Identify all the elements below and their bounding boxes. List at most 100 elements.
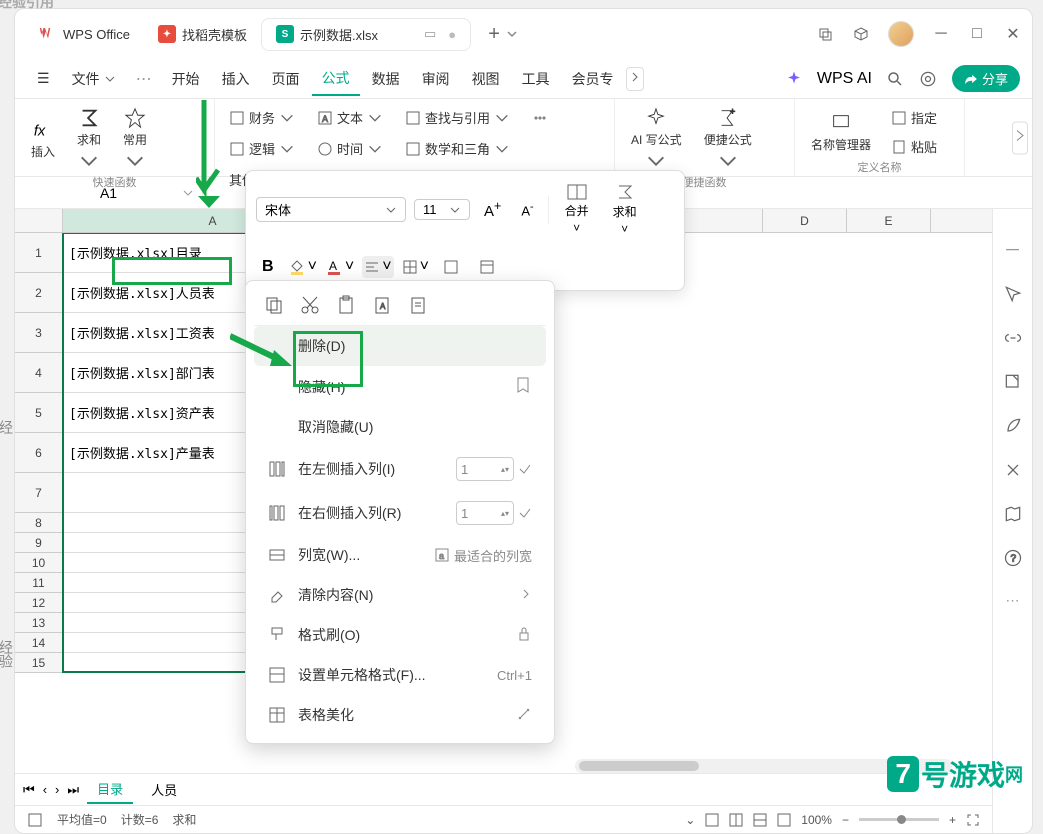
- more-dots[interactable]: ⋯: [128, 69, 160, 89]
- ai-formula-button[interactable]: AI 写公式: [625, 105, 688, 174]
- logic-button[interactable]: 逻辑: [225, 136, 299, 161]
- text-fn-button[interactable]: A文本: [313, 105, 387, 130]
- menu-view[interactable]: 视图: [462, 63, 510, 95]
- row-header[interactable]: 12: [15, 593, 63, 613]
- view-page-icon[interactable]: [729, 813, 743, 827]
- row-header[interactable]: 9: [15, 533, 63, 553]
- ribbon-scroll-right[interactable]: [1012, 121, 1028, 154]
- autosum-button[interactable]: 求和 ˅: [605, 181, 645, 238]
- finance-button[interactable]: 财务: [225, 105, 299, 130]
- lookup-button[interactable]: 查找与引用: [401, 105, 514, 130]
- row-header[interactable]: 11: [15, 573, 63, 593]
- cloud-icon[interactable]: [918, 69, 938, 89]
- row-header[interactable]: 7: [15, 473, 63, 513]
- row-header[interactable]: 3: [15, 313, 63, 353]
- new-tab-button[interactable]: +: [485, 25, 503, 43]
- zoom-slider[interactable]: [859, 818, 939, 821]
- check-icon[interactable]: [518, 462, 532, 476]
- sheet-nav-first[interactable]: ⏮: [23, 782, 35, 798]
- close-button[interactable]: ✕: [1004, 25, 1022, 43]
- sum-button[interactable]: 求和: [71, 105, 107, 174]
- time-button[interactable]: 时间: [313, 136, 387, 161]
- sheet-tab-active[interactable]: 目录: [87, 775, 133, 804]
- menu-data[interactable]: 数据: [362, 63, 410, 95]
- name-box[interactable]: A1: [15, 185, 203, 201]
- context-col-width[interactable]: 列宽(W)... a 最适合的列宽: [254, 535, 546, 575]
- name-manager-button[interactable]: 名称管理器: [805, 110, 877, 155]
- align-button[interactable]: ˅: [362, 256, 393, 278]
- increase-font-button[interactable]: A+: [478, 195, 507, 224]
- maximize-button[interactable]: □: [968, 25, 986, 43]
- view-normal-icon[interactable]: [705, 813, 719, 827]
- font-select[interactable]: 宋体: [256, 197, 406, 222]
- row-header[interactable]: 13: [15, 613, 63, 633]
- avatar[interactable]: [888, 21, 914, 47]
- tab-templates[interactable]: ✦ 找稻壳模板: [144, 19, 261, 50]
- fixed-button[interactable]: 指定: [887, 105, 941, 130]
- wps-ai-label[interactable]: WPS AI: [817, 70, 872, 88]
- paste-text-icon[interactable]: A: [372, 295, 392, 315]
- paste-button[interactable]: 粘贴: [887, 134, 941, 159]
- context-cell-format[interactable]: 设置单元格格式(F)... Ctrl+1: [254, 655, 546, 695]
- context-format-painter[interactable]: 格式刷(O): [254, 615, 546, 655]
- zoom-level[interactable]: 100%: [801, 813, 832, 827]
- fill-color-button[interactable]: ˅: [288, 258, 317, 276]
- menu-insert[interactable]: 插入: [212, 63, 260, 95]
- sheet-nav-next[interactable]: ›: [55, 782, 59, 797]
- sheet-nav-last[interactable]: ⏭: [67, 782, 79, 798]
- sheet-nav-prev[interactable]: ‹: [43, 782, 47, 797]
- bold-button[interactable]: B: [256, 254, 280, 280]
- cursor-icon[interactable]: [1003, 284, 1023, 304]
- row-header[interactable]: 15: [15, 653, 63, 673]
- insert-left-count[interactable]: 1▴▾: [456, 457, 514, 481]
- row-header[interactable]: 6: [15, 433, 63, 473]
- row-header[interactable]: 10: [15, 553, 63, 573]
- copy-icon[interactable]: [264, 295, 284, 315]
- row-header[interactable]: 2: [15, 273, 63, 313]
- minimize-button[interactable]: ─: [932, 25, 950, 43]
- zoom-in[interactable]: +: [949, 813, 956, 827]
- sheet-tab[interactable]: 人员: [141, 776, 187, 803]
- insert-right-count[interactable]: 1▴▾: [456, 501, 514, 525]
- more-fn-button[interactable]: [528, 107, 552, 129]
- settings-icon[interactable]: [27, 812, 43, 828]
- menu-member[interactable]: 会员专: [562, 63, 624, 95]
- insert-fx-button[interactable]: fx插入: [25, 117, 61, 162]
- view-read-icon[interactable]: [753, 813, 767, 827]
- panel-more[interactable]: ⋯: [1006, 592, 1020, 609]
- zoom-out[interactable]: −: [842, 813, 849, 827]
- tab-wps-home[interactable]: WPS Office: [25, 19, 144, 49]
- menu-start[interactable]: 开始: [162, 63, 210, 95]
- context-clear[interactable]: 清除内容(N): [254, 575, 546, 615]
- fullscreen-icon[interactable]: [966, 813, 980, 827]
- statusbar-chevron[interactable]: ⌄: [685, 813, 695, 827]
- check-icon[interactable]: [518, 506, 532, 520]
- context-unhide[interactable]: 取消隐藏(U): [254, 407, 546, 447]
- cut-icon[interactable]: [300, 295, 320, 315]
- map-icon[interactable]: [1003, 504, 1023, 524]
- paste-special-icon[interactable]: [408, 295, 428, 315]
- tools-icon[interactable]: [1003, 460, 1023, 480]
- paste-icon[interactable]: [336, 295, 356, 315]
- context-hide[interactable]: 隐藏(H): [254, 366, 546, 407]
- link-icon[interactable]: [1003, 328, 1023, 348]
- row-header[interactable]: 14: [15, 633, 63, 653]
- menu-formula[interactable]: 公式: [312, 62, 360, 96]
- leaf-icon[interactable]: [1003, 416, 1023, 436]
- device-icon[interactable]: ▭: [424, 26, 436, 42]
- select-all-corner[interactable]: [15, 209, 63, 232]
- border-button[interactable]: ˅: [402, 258, 429, 276]
- context-delete[interactable]: 删除(D): [254, 326, 546, 366]
- help-icon[interactable]: ?: [1003, 548, 1023, 568]
- decrease-font-button[interactable]: A-: [515, 197, 539, 222]
- menu-page[interactable]: 页面: [262, 63, 310, 95]
- format-button-2[interactable]: [473, 255, 501, 279]
- font-color-button[interactable]: A˅: [325, 258, 354, 276]
- menu-scroll-right[interactable]: [626, 67, 644, 91]
- share-button[interactable]: 分享: [952, 65, 1020, 92]
- hamburger-icon[interactable]: ☰: [27, 66, 60, 91]
- tab-document[interactable]: S 示例数据.xlsx ▭ ●: [261, 18, 471, 51]
- tab-menu-button[interactable]: [503, 25, 521, 43]
- row-header[interactable]: 4: [15, 353, 63, 393]
- merge-button[interactable]: 合并 ˅: [557, 182, 597, 237]
